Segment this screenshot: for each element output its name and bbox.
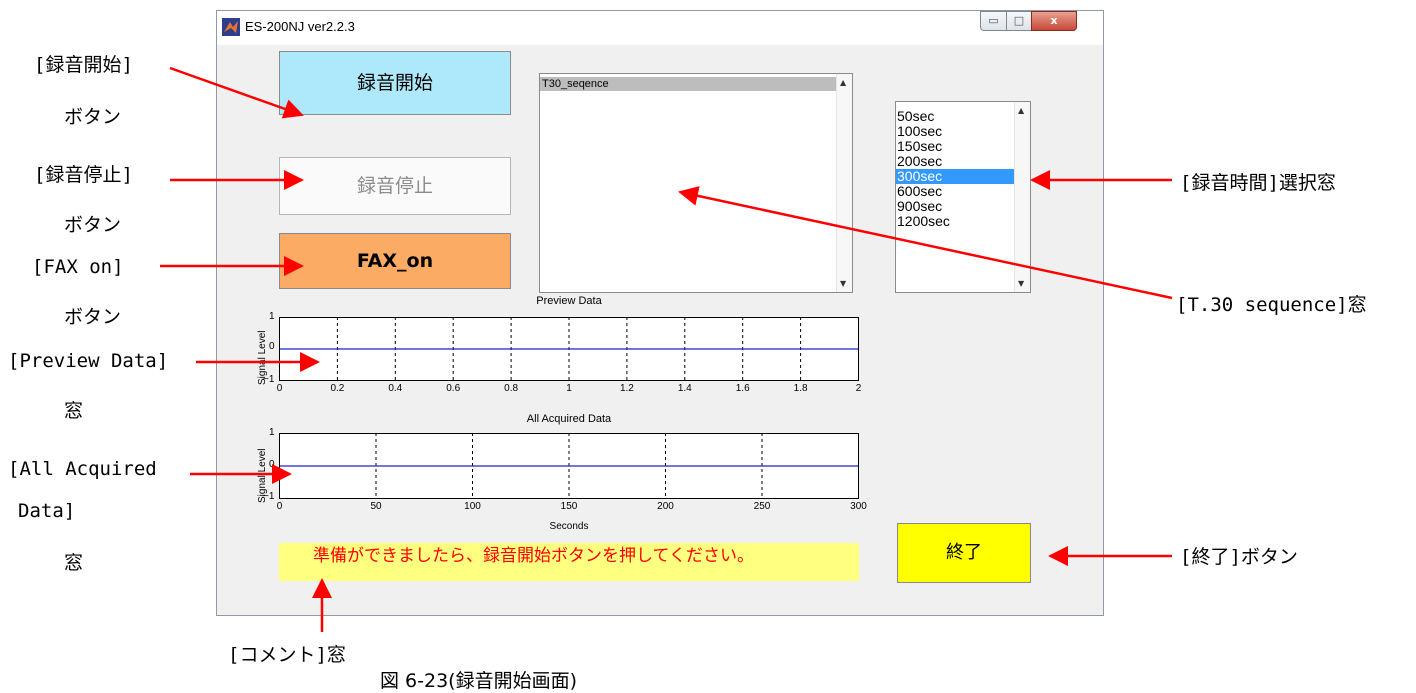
arrow-t30 [678, 186, 1173, 300]
arrow-start-button [169, 66, 304, 119]
annotation-arrows [160, 66, 1173, 632]
